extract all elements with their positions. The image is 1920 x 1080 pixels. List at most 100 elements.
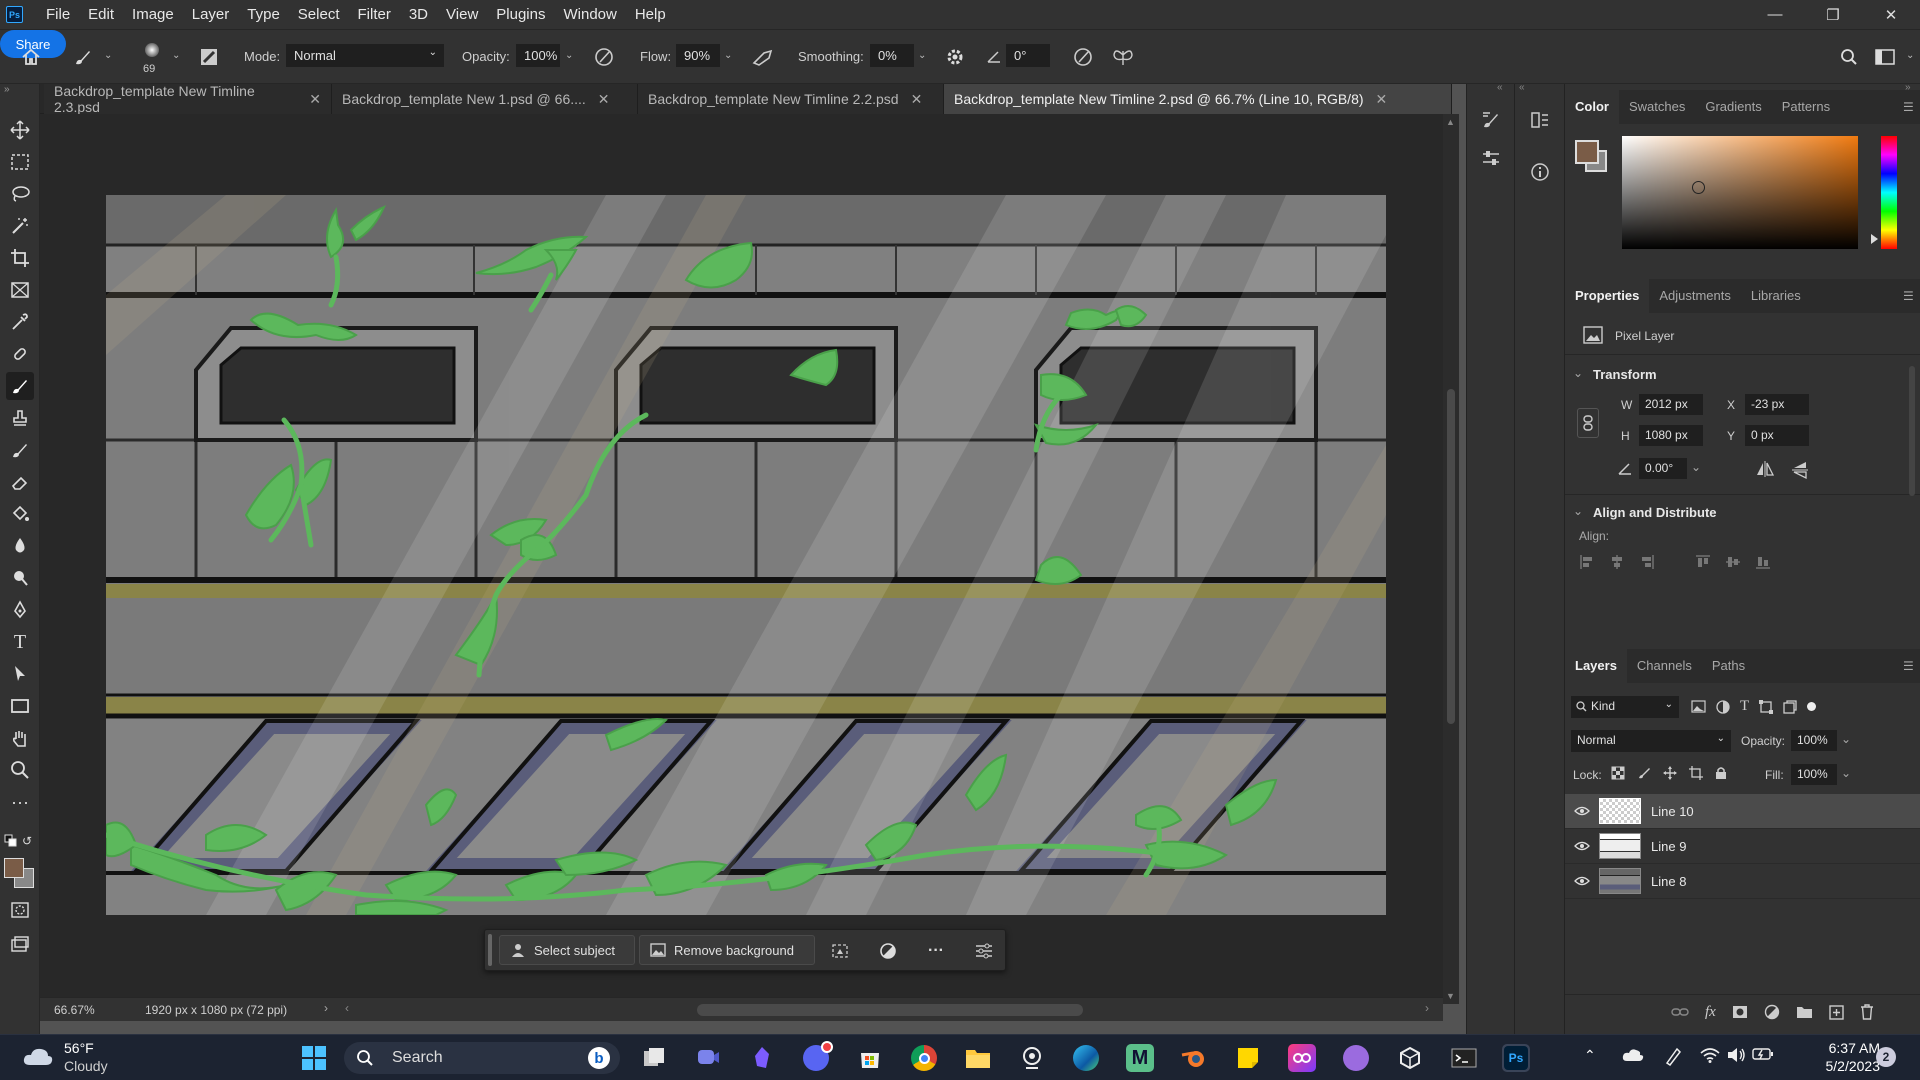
chevron-down-icon[interactable]: ⌄ — [565, 50, 573, 61]
microsoft-store-icon[interactable] — [856, 1044, 884, 1072]
screen-mode-icon[interactable] — [6, 930, 34, 958]
quick-mask-icon[interactable] — [6, 896, 34, 924]
obsidian-icon[interactable] — [748, 1044, 776, 1072]
lock-position-icon[interactable] — [1663, 766, 1677, 780]
magic-wand-tool-icon[interactable] — [6, 212, 34, 240]
filter-pixel-icon[interactable] — [1691, 700, 1706, 713]
tab-document-active[interactable]: Backdrop_template New Timline 2.psd @ 66… — [944, 84, 1452, 114]
layer-row-line-10[interactable]: Line 10 — [1565, 794, 1920, 829]
menu-view[interactable]: View — [437, 0, 487, 29]
color-picker-field[interactable] — [1622, 136, 1858, 249]
github-icon[interactable] — [1342, 1044, 1370, 1072]
lock-pixels-icon[interactable] — [1637, 766, 1651, 780]
flip-vertical-icon[interactable] — [1791, 460, 1811, 480]
align-center-icon[interactable] — [1609, 554, 1625, 570]
eye-icon[interactable] — [1565, 841, 1599, 851]
paint-bucket-tool-icon[interactable] — [6, 500, 34, 528]
weather-temp[interactable]: 56°F — [64, 1040, 94, 1056]
menu-3d[interactable]: 3D — [400, 0, 437, 29]
select-subject-button[interactable]: Select subject — [499, 935, 635, 965]
pen-tool-icon[interactable] — [6, 596, 34, 624]
history-icon[interactable] — [1526, 106, 1554, 134]
tab-channels[interactable]: Channels — [1627, 649, 1702, 683]
scroll-right-icon[interactable]: › — [1425, 1001, 1429, 1015]
rectangle-tool-icon[interactable] — [6, 692, 34, 720]
filter-shape-icon[interactable] — [1759, 699, 1774, 714]
link-layers-icon[interactable] — [1671, 1007, 1689, 1017]
zoom-level[interactable]: 66.67% — [54, 1003, 95, 1017]
clock-time[interactable]: 6:37 AM — [1800, 1040, 1880, 1056]
menu-layer[interactable]: Layer — [183, 0, 239, 29]
height-input[interactable]: 1080 px — [1639, 425, 1703, 446]
filter-smart-object-icon[interactable] — [1783, 699, 1797, 714]
battery-icon[interactable] — [1752, 1047, 1774, 1061]
align-left-icon[interactable] — [1579, 554, 1595, 570]
terminal-icon[interactable] — [1450, 1044, 1478, 1072]
file-explorer-icon[interactable] — [964, 1044, 992, 1072]
eyedropper-tool-icon[interactable] — [6, 308, 34, 336]
sticky-notes-icon[interactable] — [1234, 1044, 1262, 1072]
notification-badge[interactable]: 2 — [1876, 1047, 1896, 1067]
collapse-icon[interactable]: » — [4, 84, 10, 95]
onedrive-icon[interactable] — [1622, 1048, 1644, 1062]
minimize-button[interactable]: — — [1746, 0, 1804, 29]
chevron-down-icon[interactable]: ⌄ — [918, 50, 926, 61]
crop-tool-icon[interactable] — [6, 244, 34, 272]
layer-row-line-8[interactable]: Line 8 — [1565, 864, 1920, 899]
remove-background-button[interactable]: Remove background — [639, 935, 815, 965]
chevron-down-icon[interactable]: ⌄ — [104, 50, 112, 61]
align-bottom-icon[interactable] — [1755, 554, 1771, 570]
tab-swatches[interactable]: Swatches — [1619, 90, 1695, 124]
home-icon[interactable] — [18, 44, 44, 70]
eye-icon[interactable] — [1565, 806, 1599, 816]
chevron-right-icon[interactable]: › — [324, 1001, 328, 1015]
brush-size-preview-icon[interactable] — [140, 38, 164, 62]
opacity-input[interactable]: 100% — [516, 44, 560, 67]
restore-button[interactable]: ❐ — [1804, 0, 1862, 29]
chevron-down-icon[interactable]: ⌄ — [1906, 50, 1914, 61]
mode-select[interactable]: Normal ⌄ — [286, 44, 444, 67]
layer-row-line-9[interactable]: Line 9 — [1565, 829, 1920, 864]
tab-adjustments[interactable]: Adjustments — [1649, 279, 1741, 313]
layer-name[interactable]: Line 10 — [1651, 804, 1694, 819]
chevron-down-icon[interactable]: ⌄ — [1841, 766, 1851, 780]
lock-transparent-icon[interactable] — [1611, 766, 1625, 780]
menu-select[interactable]: Select — [289, 0, 349, 29]
x-input[interactable]: -23 px — [1745, 394, 1809, 415]
y-input[interactable]: 0 px — [1745, 425, 1809, 446]
chevron-down-icon[interactable]: ⌄ — [1691, 460, 1701, 474]
windows-start-icon[interactable] — [300, 1044, 328, 1072]
flip-horizontal-icon[interactable] — [1755, 460, 1775, 478]
swap-colors-icon[interactable]: ↺ — [22, 834, 32, 848]
brush-angle-input[interactable]: 0° — [1006, 44, 1050, 67]
blender-icon[interactable] — [1180, 1044, 1208, 1072]
more-tools-icon[interactable]: ··· — [6, 788, 34, 816]
collapse-icon[interactable]: « — [1497, 82, 1503, 93]
document-canvas[interactable] — [106, 195, 1386, 915]
menu-edit[interactable]: Edit — [79, 0, 123, 29]
menu-plugins[interactable]: Plugins — [487, 0, 554, 29]
discord-icon[interactable] — [802, 1041, 833, 1072]
volume-icon[interactable] — [1726, 1047, 1746, 1063]
panel-menu-icon[interactable]: ☰ — [1903, 100, 1915, 114]
bing-icon[interactable]: b — [588, 1047, 610, 1069]
webcam-app-icon[interactable] — [1018, 1044, 1046, 1072]
panel-menu-icon[interactable]: ☰ — [1903, 659, 1915, 673]
fill-input[interactable]: 100% — [1791, 764, 1837, 785]
new-group-folder-icon[interactable] — [1796, 1005, 1813, 1019]
tab-gradients[interactable]: Gradients — [1695, 90, 1771, 124]
type-tool-icon[interactable]: T — [6, 628, 34, 656]
link-dimensions-icon[interactable] — [1577, 408, 1599, 438]
brush-settings-icon[interactable] — [1477, 106, 1505, 134]
dodge-tool-icon[interactable] — [6, 564, 34, 592]
smoothing-input[interactable]: 0% — [870, 44, 914, 67]
info-icon[interactable] — [1526, 158, 1554, 186]
brush-tool-icon[interactable] — [6, 372, 34, 400]
eraser-tool-icon[interactable] — [6, 468, 34, 496]
flow-input[interactable]: 90% — [676, 44, 720, 67]
delete-layer-icon[interactable] — [1860, 1004, 1874, 1020]
menu-window[interactable]: Window — [554, 0, 625, 29]
move-tool-icon[interactable] — [6, 116, 34, 144]
layer-name[interactable]: Line 9 — [1651, 839, 1686, 854]
path-selection-tool-icon[interactable] — [6, 660, 34, 688]
